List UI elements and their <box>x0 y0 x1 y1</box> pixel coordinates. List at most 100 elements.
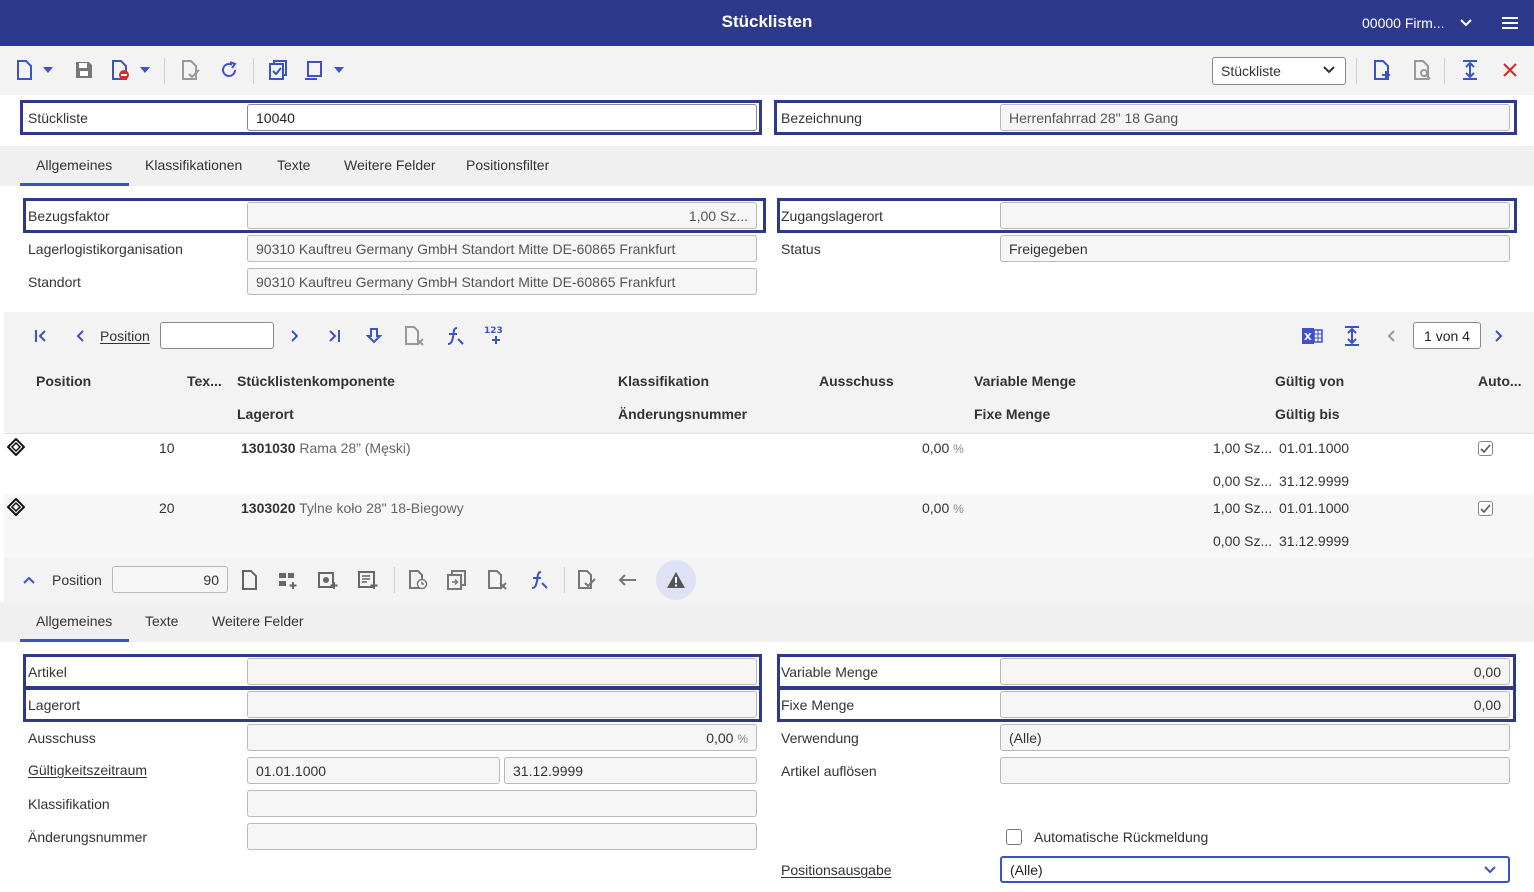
numbering-icon[interactable]: 123 <box>483 324 509 346</box>
stueckliste-input[interactable]: 10040 <box>247 104 757 131</box>
new-document-icon[interactable] <box>12 58 36 82</box>
auto-checkbox[interactable] <box>1478 501 1493 516</box>
nav-position-input[interactable] <box>160 322 274 349</box>
view-select[interactable]: Stückliste <box>1212 57 1346 85</box>
hamburger-menu-icon[interactable] <box>1500 14 1520 32</box>
table-row[interactable]: 10 1301030 Rama 28” (Męski) 0,00 % 1,00 … <box>4 434 1534 494</box>
status-input[interactable]: Freigegeben <box>1000 235 1510 262</box>
position-formula-icon[interactable] <box>528 569 550 591</box>
tab-position-allgemeines[interactable]: Allgemeines <box>36 613 112 629</box>
tab-texte[interactable]: Texte <box>277 157 310 173</box>
standort-name: Kauftreu Germany GmbH Standort Mitte DE-… <box>298 274 676 290</box>
download-arrow-icon[interactable] <box>363 325 385 347</box>
add-document-icon[interactable] <box>1370 58 1394 82</box>
col-klassifikation[interactable]: Klassifikation <box>618 373 709 389</box>
next-icon[interactable] <box>283 325 305 347</box>
row-position: 10 <box>159 440 175 456</box>
col-gueltig-bis[interactable]: Gültig bis <box>1275 406 1340 422</box>
ausschuss-value: 0,00 <box>922 500 950 516</box>
standort-input[interactable]: 90310 Kauftreu Germany GmbH Standort Mit… <box>247 268 757 295</box>
company-selector[interactable]: 00000 Firm... <box>1362 15 1444 31</box>
position-detail-input[interactable]: 90 <box>112 566 228 593</box>
copy-position-icon[interactable] <box>446 569 468 591</box>
ausschuss-input[interactable]: 0,00 % <box>247 724 757 751</box>
previous-page-icon[interactable] <box>1381 325 1403 347</box>
artikel-input[interactable] <box>247 658 757 685</box>
tab-position-texte[interactable]: Texte <box>145 613 178 629</box>
bezugsfaktor-input[interactable]: 1,00 Sz... <box>247 202 757 229</box>
zugangslagerort-label: Zugangslagerort <box>781 208 883 224</box>
delete-dropdown-caret-icon[interactable] <box>137 58 153 82</box>
last-page-icon[interactable] <box>323 325 345 347</box>
row-ausschuss: 0,00 % <box>922 500 964 516</box>
variable-menge-input[interactable]: 0,00 <box>1000 658 1510 685</box>
artikel-aufloesen-input[interactable] <box>1000 757 1510 784</box>
zugangslagerort-input[interactable] <box>1000 202 1510 229</box>
col-variable-menge[interactable]: Variable Menge <box>974 373 1076 389</box>
previous-icon[interactable] <box>70 325 92 347</box>
delete-document-icon[interactable] <box>108 58 132 82</box>
klassifikation-input[interactable] <box>247 790 757 817</box>
formula-icon[interactable] <box>444 325 466 347</box>
fixe-menge-input[interactable]: 0,00 <box>1000 691 1510 718</box>
aenderungsnummer-input[interactable] <box>247 823 757 850</box>
add-variant-icon[interactable] <box>317 569 339 591</box>
col-gueltig-von[interactable]: Gültig von <box>1275 373 1344 389</box>
col-fixe-menge[interactable]: Fixe Menge <box>974 406 1050 422</box>
excel-export-icon[interactable]: X <box>1301 325 1323 347</box>
col-auto[interactable]: Auto... <box>1478 373 1522 389</box>
return-arrow-icon[interactable] <box>616 569 638 591</box>
gueltig-von-input[interactable]: 01.01.1000 <box>247 757 500 784</box>
component-name: Tylne koło 28" 18-Biegowy <box>299 500 464 516</box>
print-icon[interactable] <box>302 58 326 82</box>
save-icon[interactable] <box>72 58 96 82</box>
add-list-icon[interactable] <box>357 569 379 591</box>
position-history-icon[interactable] <box>407 569 429 591</box>
table-row[interactable]: 20 1303020 Tylne koło 28" 18-Biegowy 0,0… <box>4 494 1534 558</box>
positionsausgabe-select[interactable]: (Alle) <box>1000 856 1510 883</box>
tab-klassifikationen[interactable]: Klassifikationen <box>145 157 242 173</box>
automatische-rueckmeldung-checkbox[interactable] <box>1006 829 1022 845</box>
delete-position-icon[interactable] <box>486 569 508 591</box>
search-document-icon[interactable] <box>1410 58 1434 82</box>
col-tex[interactable]: Tex... <box>187 373 222 389</box>
validate-document-icon[interactable] <box>178 58 202 82</box>
refresh-icon[interactable] <box>217 58 241 82</box>
verwendung-input[interactable]: (Alle) <box>1000 724 1510 751</box>
validate-position-icon[interactable] <box>576 569 598 591</box>
auto-checkbox[interactable] <box>1478 441 1493 456</box>
remove-row-icon[interactable] <box>403 325 425 347</box>
col-position[interactable]: Position <box>36 373 91 389</box>
chevron-down-icon[interactable] <box>1458 14 1474 30</box>
expand-rows-icon[interactable] <box>1341 325 1363 347</box>
col-lagerort[interactable]: Lagerort <box>237 406 294 422</box>
active-position-tab-indicator <box>20 639 129 642</box>
new-dropdown-caret-icon[interactable] <box>40 58 56 82</box>
documents-icon[interactable] <box>266 58 290 82</box>
page-indicator[interactable]: 1 von 4 <box>1413 322 1481 349</box>
lagerlogistikorganisation-input[interactable]: 90310 Kauftreu Germany GmbH Standort Mit… <box>247 235 757 262</box>
insert-position-icon[interactable] <box>277 569 299 591</box>
lagerort-label: Lagerort <box>28 697 81 713</box>
tab-allgemeines[interactable]: Allgemeines <box>36 157 112 173</box>
new-position-icon[interactable] <box>238 569 260 591</box>
gueltig-bis-input[interactable]: 31.12.9999 <box>504 757 757 784</box>
collapse-chevron-up-icon[interactable] <box>18 569 40 591</box>
tab-weitere-felder[interactable]: Weitere Felder <box>344 157 436 173</box>
lagerort-input[interactable] <box>247 691 757 718</box>
expand-vertical-icon[interactable] <box>1458 58 1482 82</box>
artikel-aufloesen-label: Artikel auflösen <box>781 763 877 779</box>
klassifikation-label: Klassifikation <box>28 796 110 812</box>
col-aenderungsnummer[interactable]: Änderungsnummer <box>618 406 747 422</box>
first-page-icon[interactable] <box>30 325 52 347</box>
tab-positionsfilter[interactable]: Positionsfilter <box>466 157 549 173</box>
col-komponente[interactable]: Stücklistenkomponente <box>237 373 395 389</box>
tab-position-weitere-felder[interactable]: Weitere Felder <box>212 613 304 629</box>
print-dropdown-caret-icon[interactable] <box>331 58 347 82</box>
next-page-icon[interactable] <box>1487 325 1509 347</box>
col-ausschuss[interactable]: Ausschuss <box>819 373 894 389</box>
bezeichnung-input[interactable]: Herrenfahrrad 28" 18 Gang <box>1000 104 1510 131</box>
position-tabs: Allgemeines Texte Weitere Felder <box>0 602 1534 642</box>
close-icon[interactable] <box>1498 58 1522 82</box>
warning-button[interactable] <box>656 560 696 600</box>
